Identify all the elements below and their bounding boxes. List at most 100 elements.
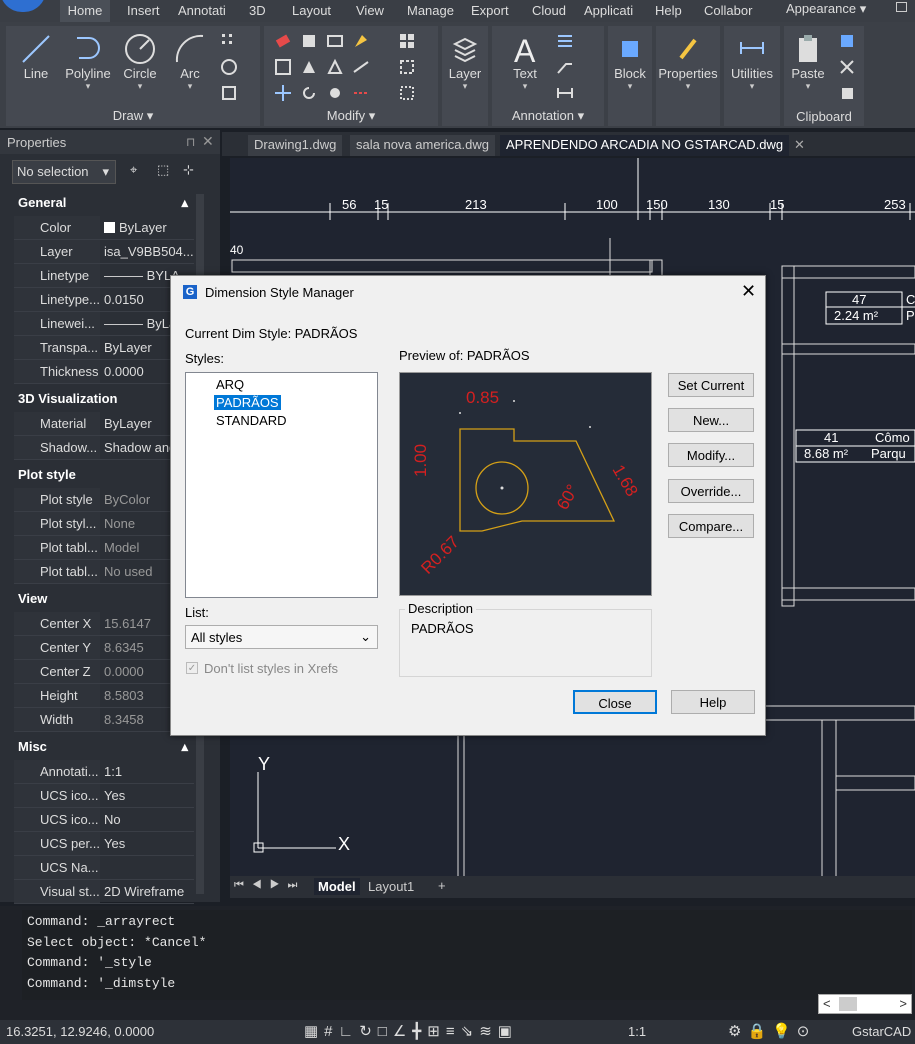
selection-dropdown[interactable]: No selection ▾ bbox=[12, 160, 116, 184]
section-misc[interactable]: Misc ▴ bbox=[14, 736, 194, 758]
status-right-icons[interactable]: ⚙🔒💡⊙ bbox=[728, 1022, 815, 1040]
pickadd-icon[interactable]: ⊹ bbox=[183, 162, 194, 178]
section-general[interactable]: General ▴ bbox=[14, 192, 194, 214]
tab-3d[interactable]: 3D bbox=[249, 3, 266, 18]
layout-nav-icons[interactable]: ⏮◀▶⏭ bbox=[234, 879, 305, 892]
styles-list[interactable]: ARQ PADRÃOS STANDARD bbox=[185, 372, 378, 598]
property-row-plot[interactable]: Plot tabl... No used bbox=[14, 560, 194, 584]
property-row-general[interactable]: Color ByLayer bbox=[14, 216, 194, 240]
property-row-view[interactable]: Width 8.3458 bbox=[14, 708, 194, 732]
cut-icon[interactable] bbox=[838, 58, 856, 76]
circle-button[interactable]: Circle ▾ bbox=[118, 32, 162, 91]
scroll-thumb[interactable] bbox=[839, 997, 857, 1011]
break-icon[interactable] bbox=[352, 84, 370, 102]
trim-icon[interactable] bbox=[300, 58, 318, 76]
erase-icon[interactable] bbox=[274, 32, 292, 50]
copy-base-icon[interactable] bbox=[838, 84, 856, 102]
join-icon[interactable] bbox=[398, 84, 416, 102]
tab-cloud[interactable]: Cloud bbox=[532, 3, 566, 18]
section-view[interactable]: View bbox=[14, 588, 194, 610]
copy-icon[interactable] bbox=[300, 32, 318, 50]
tab-applications[interactable]: Applicati bbox=[584, 3, 633, 18]
tab-manage[interactable]: Manage bbox=[407, 3, 454, 18]
tab-view[interactable]: View bbox=[356, 3, 384, 18]
table-icon[interactable] bbox=[556, 32, 574, 50]
style-item-arq[interactable]: ARQ bbox=[214, 377, 246, 392]
property-row-plot[interactable]: Plot style ByColor bbox=[14, 488, 194, 512]
tab-layout[interactable]: Layout bbox=[292, 3, 331, 18]
tab-home[interactable]: Home bbox=[60, 0, 110, 22]
tab-help[interactable]: Help bbox=[655, 3, 682, 18]
appearance-menu[interactable]: Appearance ▾ bbox=[786, 1, 866, 17]
modify-panel-title[interactable]: Modify ▾ bbox=[264, 108, 438, 124]
property-row-view[interactable]: Center Z 0.0000 bbox=[14, 660, 194, 684]
draw-panel-title[interactable]: Draw ▾ bbox=[6, 108, 260, 124]
explode-icon[interactable] bbox=[398, 58, 416, 76]
override-button[interactable]: Override... bbox=[668, 479, 754, 503]
property-row-viz[interactable]: Material ByLayer bbox=[14, 412, 194, 436]
property-row-misc[interactable]: UCS ico... Yes bbox=[14, 784, 194, 808]
move-icon[interactable] bbox=[274, 84, 292, 102]
hatch-icon[interactable] bbox=[220, 32, 238, 50]
property-row-general[interactable]: Linewei... ——— ByLa bbox=[14, 312, 194, 336]
property-row-misc[interactable]: UCS Na... bbox=[14, 856, 194, 880]
property-row-view[interactable]: Height 8.5803 bbox=[14, 684, 194, 708]
command-history[interactable]: Command: _arrayrect Select object: *Canc… bbox=[22, 910, 912, 1000]
block-button[interactable]: Block ▾ bbox=[609, 32, 651, 91]
status-toggles[interactable]: ▦#∟↻□∠╋⊞≡⇘≋▣ bbox=[304, 1022, 518, 1040]
tab-export[interactable]: Export bbox=[471, 3, 509, 18]
property-row-general[interactable]: Thickness 0.0000 bbox=[14, 360, 194, 384]
command-scrollbar[interactable]: < > bbox=[818, 994, 912, 1014]
paste-button[interactable]: Paste ▾ bbox=[786, 32, 830, 91]
set-current-button[interactable]: Set Current bbox=[668, 373, 754, 397]
property-row-misc[interactable]: UCS per... Yes bbox=[14, 832, 194, 856]
dimension-icon[interactable] bbox=[556, 84, 574, 102]
extend-icon[interactable] bbox=[326, 58, 344, 76]
property-row-viz[interactable]: Shadow... Shadow and bbox=[14, 436, 194, 460]
doc-tab-sala[interactable]: sala nova america.dwg bbox=[350, 135, 495, 156]
tab-model[interactable]: Model bbox=[314, 878, 360, 895]
stretch-icon[interactable] bbox=[352, 58, 370, 76]
scroll-left-icon[interactable]: < bbox=[823, 996, 831, 1011]
tab-layout1[interactable]: Layout1 bbox=[368, 879, 414, 894]
doc-tab-aprendendo[interactable]: APRENDENDO ARCADIA NO GSTARCAD.dwg bbox=[500, 135, 790, 156]
rectangle-icon[interactable] bbox=[220, 84, 238, 102]
property-row-general[interactable]: Linetype ——— BYLA bbox=[14, 264, 194, 288]
layer-button[interactable]: Layer ▾ bbox=[444, 32, 486, 91]
tab-annotate[interactable]: Annotati bbox=[178, 3, 226, 18]
style-item-standard[interactable]: STANDARD bbox=[214, 413, 289, 428]
close-tab-icon[interactable]: ✕ bbox=[794, 137, 805, 153]
property-row-plot[interactable]: Plot styl... None bbox=[14, 512, 194, 536]
close-icon[interactable]: ✕ bbox=[202, 133, 214, 150]
app-logo[interactable] bbox=[0, 0, 46, 12]
scroll-right-icon[interactable]: > bbox=[899, 996, 907, 1011]
offset-icon[interactable] bbox=[274, 58, 292, 76]
property-row-plot[interactable]: Plot tabl... Model bbox=[14, 536, 194, 560]
section-plot-style[interactable]: Plot style bbox=[14, 464, 194, 486]
line-button[interactable]: Line bbox=[16, 32, 56, 81]
quick-select-icon[interactable]: ⌖ bbox=[130, 162, 137, 178]
arc-button[interactable]: Arc ▾ bbox=[168, 32, 212, 91]
annotation-panel-title[interactable]: Annotation ▾ bbox=[492, 108, 604, 124]
ellipse-icon[interactable] bbox=[220, 58, 238, 76]
list-dropdown[interactable]: All styles ⌄ bbox=[185, 625, 378, 649]
tab-collaborate[interactable]: Collabor bbox=[704, 3, 752, 18]
property-row-misc[interactable]: Annotati... 1:1 bbox=[14, 760, 194, 784]
property-row-general[interactable]: Transpa... ByLayer bbox=[14, 336, 194, 360]
style-item-padraos[interactable]: PADRÃOS bbox=[214, 395, 281, 410]
property-row-general[interactable]: Layer isa_V9BB504... bbox=[14, 240, 194, 264]
property-row-misc[interactable]: Visual st... 2D Wireframe bbox=[14, 880, 194, 904]
restore-icon[interactable] bbox=[896, 2, 907, 12]
property-row-general[interactable]: Linetype... 0.0150 bbox=[14, 288, 194, 312]
array-icon[interactable] bbox=[398, 32, 416, 50]
properties-button[interactable]: Properties ▾ bbox=[658, 32, 718, 91]
rotate-icon[interactable] bbox=[300, 84, 318, 102]
mirror-icon[interactable] bbox=[326, 32, 344, 50]
property-row-view[interactable]: Center X 15.6147 bbox=[14, 612, 194, 636]
add-layout-button[interactable]: + bbox=[438, 878, 446, 893]
new-button[interactable]: New... bbox=[668, 408, 754, 432]
property-row-view[interactable]: Center Y 8.6345 bbox=[14, 636, 194, 660]
fillet-icon[interactable] bbox=[352, 32, 370, 50]
xref-checkbox[interactable]: ✓ bbox=[186, 662, 198, 674]
property-row-misc[interactable]: UCS ico... No bbox=[14, 808, 194, 832]
